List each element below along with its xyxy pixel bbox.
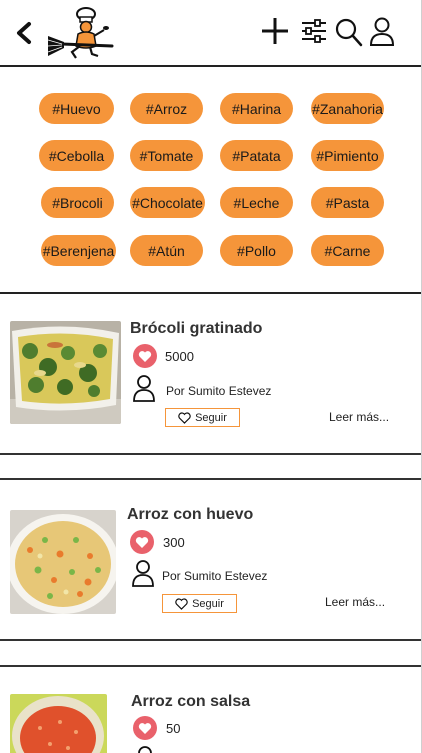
author-avatar-icon [133,375,155,402]
author-name[interactable]: Por Sumito Estevez [166,384,271,398]
tag-carne[interactable]: #Carne [311,235,384,266]
tag-brocoli[interactable]: #Brocoli [41,187,114,218]
recipe-card: Arroz con huevo 300 Por Sumito Estevez S… [0,480,422,640]
heart-outline-icon [175,597,188,610]
heart-icon[interactable] [133,716,157,740]
recipe-image-brocoli-gratinado[interactable] [10,321,121,424]
tag-arroz[interactable]: #Arroz [130,93,203,124]
tag-pasta[interactable]: #Pasta [311,187,384,218]
heart-outline-icon [178,411,191,424]
likes-count: 300 [163,535,185,550]
app-header [0,0,422,66]
plus-icon[interactable] [259,14,291,48]
recipe-title[interactable]: Brócoli gratinado [130,320,262,338]
tag-atun[interactable]: #Atún [130,235,203,266]
tag-leche[interactable]: #Leche [220,187,293,218]
follow-button[interactable]: Seguir [165,408,240,427]
card-divider [0,639,422,641]
chef-on-broom-logo[interactable] [44,6,114,60]
read-more-link[interactable]: Leer más... [329,410,389,424]
tag-huevo[interactable]: #Huevo [39,93,114,124]
follow-label: Seguir [195,411,227,424]
follow-label: Seguir [192,597,224,610]
author-name[interactable]: Por Sumito Estevez [162,569,267,583]
recipe-card: Brócoli gratinado 5000 Por Sumito Esteve… [0,294,422,454]
tag-harina[interactable]: #Harina [220,93,293,124]
tag-cebolla[interactable]: #Cebolla [39,140,114,171]
likes-count: 5000 [165,349,194,364]
tag-tomate[interactable]: #Tomate [130,140,203,171]
tag-berenjena[interactable]: #Berenjena [41,235,116,266]
recipe-image-arroz-con-salsa[interactable] [10,694,107,753]
likes-count: 50 [166,721,181,736]
tag-patata[interactable]: #Patata [220,140,293,171]
chevron-left-icon[interactable] [12,20,36,46]
user-icon[interactable] [366,14,398,48]
follow-button[interactable]: Seguir [162,594,237,613]
author-avatar-icon [132,560,154,587]
author-avatar-icon [138,746,152,753]
heart-icon[interactable] [130,530,154,554]
tag-zanahoria[interactable]: #Zanahoria [311,93,384,124]
ingredient-tags: #Huevo #Arroz #Harina #Zanahoria #Ceboll… [0,67,422,293]
tag-pimiento[interactable]: #Pimiento [311,140,384,171]
tag-pollo[interactable]: #Pollo [220,235,293,266]
recipe-title[interactable]: Arroz con huevo [127,506,253,524]
card-divider [0,453,422,455]
recipe-image-arroz-con-huevo[interactable] [10,510,116,614]
heart-icon[interactable] [133,344,157,368]
recipe-title[interactable]: Arroz con salsa [131,693,250,711]
recipe-card: Arroz con salsa 50 [0,667,422,753]
sliders-icon[interactable] [298,14,330,48]
search-icon[interactable] [332,14,364,48]
tag-chocolate[interactable]: #Chocolate [130,187,205,218]
read-more-link[interactable]: Leer más... [325,595,385,609]
